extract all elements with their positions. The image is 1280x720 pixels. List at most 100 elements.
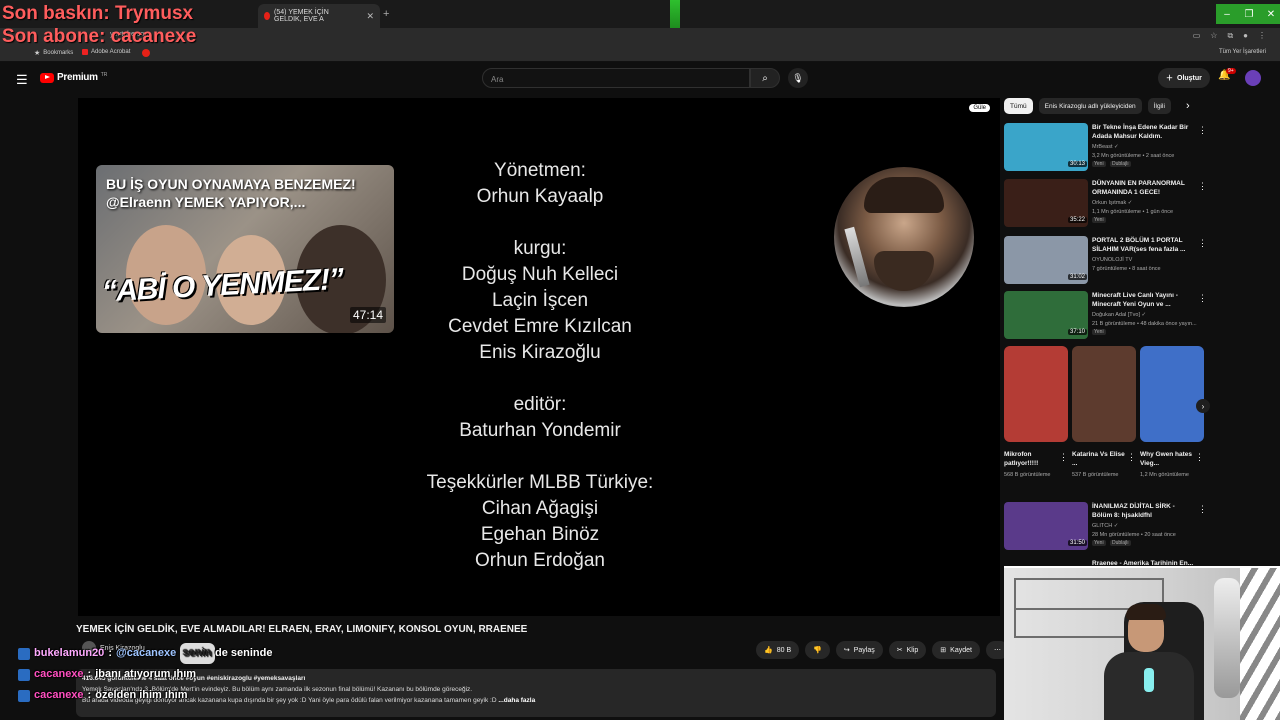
short-title[interactable]: Katarina Vs Elise ... (1072, 450, 1126, 468)
search-button[interactable]: ⌕ (750, 68, 780, 88)
last-subscriber: Son abone: cacanexe (2, 26, 197, 47)
bookmarks-folder[interactable]: ★ Bookmarks (34, 49, 73, 57)
minimize-button[interactable]: – (1216, 4, 1238, 24)
video-title[interactable]: İNANILMAZ DİJİTAL SİRK - Bölüm 8: hjsakl… (1092, 502, 1196, 520)
related-video[interactable]: 35:22 DÜNYANIN EN PARANORMAL ORMANINDA 1 … (1004, 179, 1207, 229)
endscreen-video-card[interactable]: BU İŞ OYUN OYNAMAYA BENZEMEZ! @Elraenn Y… (96, 165, 394, 333)
bookmark-youtube[interactable] (142, 49, 150, 57)
account-avatar[interactable] (1245, 70, 1261, 86)
dubbed-badge: Dublajlı (1110, 161, 1131, 167)
chat-mention: @cacanexe (115, 647, 177, 659)
chip-related[interactable]: İlgili (1147, 98, 1171, 114)
short-item[interactable]: Katarina Vs Elise ... 537 B görüntüleme ⋮ (1072, 346, 1136, 479)
more-options-icon[interactable]: ⋮ (1198, 504, 1207, 515)
search-box[interactable] (482, 68, 750, 89)
share-icon: ↪ (843, 647, 850, 654)
last-raid: Son baskın: Trymusx (2, 3, 194, 24)
close-window-button[interactable]: ✕ (1260, 4, 1280, 24)
voice-search-button[interactable]: 🎙 (788, 68, 808, 88)
channel-endscreen-avatar[interactable] (834, 167, 974, 307)
chat-badge-icon (18, 668, 30, 681)
short-thumbnail[interactable] (1004, 346, 1068, 442)
more-options-icon[interactable]: ⋮ (1195, 452, 1204, 463)
cast-icon[interactable]: ▭ (1193, 31, 1201, 41)
thumbs-up-icon: 👍 (764, 647, 773, 654)
video-title[interactable]: PORTAL 2 BÖLÜM 1 PORTAL SİLAHIM VAR(ses … (1092, 236, 1196, 254)
new-tab-button[interactable]: + (383, 8, 389, 20)
short-title[interactable]: Mikrofon patlıyor!!!!! (1004, 450, 1058, 468)
more-options-icon[interactable]: ⋮ (1198, 125, 1207, 136)
create-button[interactable]: ＋ Oluştur (1158, 68, 1210, 88)
video-channel[interactable]: MrBeast ✓ (1092, 144, 1119, 150)
more-options-icon[interactable]: ⋮ (1198, 238, 1207, 249)
more-options-icon[interactable]: ⋮ (1198, 293, 1207, 304)
video-channel[interactable]: Orkun Işıtmak ✓ (1092, 200, 1132, 206)
bookmark-adobe[interactable]: Adobe Acrobat (82, 49, 130, 55)
related-video[interactable]: 31:02 PORTAL 2 BÖLÜM 1 PORTAL SİLAHIM VAR… (1004, 236, 1207, 286)
hamburger-menu-icon[interactable]: ☰ (16, 72, 28, 88)
profile-icon[interactable]: ● (1243, 31, 1248, 41)
all-bookmarks[interactable]: Tüm Yer İşaretleri (1219, 49, 1266, 55)
video-title[interactable]: Minecraft Live Canlı Yayını - Minecraft … (1092, 291, 1196, 309)
save-icon: ⊞ (940, 647, 947, 654)
dislike-button[interactable]: 👎 (805, 641, 830, 659)
video-channel[interactable]: GLITCH ✓ (1092, 523, 1118, 529)
stream-overlay-events: Son baskın: Trymusx Son abone: cacanexe (2, 2, 196, 48)
chip-uploader[interactable]: Enis Kirazoglu adlı yükleyiciden (1038, 98, 1142, 114)
chips-next-chevron-icon[interactable]: › (1186, 100, 1190, 112)
search-input[interactable] (483, 70, 749, 89)
more-options-icon[interactable]: ⋮ (1127, 452, 1136, 463)
share-button[interactable]: ↪ Paylaş (835, 641, 883, 659)
like-button[interactable]: 👍 80 B (756, 641, 800, 659)
show-more-link[interactable]: ...daha fazla (498, 697, 535, 704)
stream-chat-overlay: bukelamun20 : @cacanexe senin de seninde … (18, 643, 272, 706)
player-badge: Güle (969, 104, 990, 112)
video-title[interactable]: Bir Tekne İnşa Edene Kadar Bir Adada Mah… (1092, 123, 1196, 141)
credits-line: kurgu: (513, 238, 567, 259)
video-player[interactable]: Güle BU İŞ OYUN OYNAMAYA BENZEMEZ! @Elra… (78, 98, 1000, 616)
credits-line: Cihan Ağagişi (481, 498, 599, 519)
related-video[interactable]: 31:50 İNANILMAZ DİJİTAL SİRK - Bölüm 8: h… (1004, 502, 1207, 552)
more-options-icon[interactable]: ⋮ (1198, 181, 1207, 192)
related-video[interactable]: 30:13 Bir Tekne İnşa Edene Kadar Bir Adad… (1004, 123, 1207, 173)
new-badge: Yeni (1092, 540, 1106, 546)
maximize-button[interactable]: ❐ (1238, 4, 1260, 24)
video-title[interactable]: DÜNYANIN EN PARANORMAL ORMANINDA 1 GECE! (1092, 179, 1196, 197)
video-credits: Yönetmen: Orhun Kayaalp kurgu: Doğuş Nuh Ke… (368, 158, 712, 574)
video-channel[interactable]: OYUNOLOJİ TV (1092, 257, 1132, 263)
extensions-icon[interactable]: ⧉ (1227, 31, 1233, 41)
video-duration: 30:13 (1068, 161, 1088, 167)
search-icon: ⌕ (762, 72, 768, 84)
short-thumbnail[interactable] (1140, 346, 1204, 442)
browser-tab-active[interactable]: (54) YEMEK İÇİN GELDİK, EVE A ✕ (258, 4, 380, 28)
bookmark-star-icon[interactable]: ☆ (1210, 31, 1217, 41)
short-views: 537 B görüntüleme (1072, 472, 1119, 478)
short-thumbnail[interactable] (1072, 346, 1136, 442)
credits-line: Baturhan Yondemir (459, 420, 621, 441)
shorts-next-chevron-icon[interactable]: › (1196, 399, 1210, 413)
short-item[interactable]: Mikrofon patlıyor!!!!! 568 B görüntüleme ⋮ (1004, 346, 1068, 479)
chat-text: de seninde (215, 647, 273, 659)
related-video[interactable]: 37:10 Minecraft Live Canlı Yayını - Minec… (1004, 291, 1207, 341)
more-options-icon[interactable]: ⋮ (1059, 452, 1068, 463)
video-meta: 21 B görüntüleme • 48 dakika önce yayın.… (1092, 321, 1197, 327)
credits-line: Enis Kirazoğlu (479, 342, 601, 363)
video-channel[interactable]: Doğukan Adal [Tvo] ✓ (1092, 312, 1146, 318)
close-tab-icon[interactable]: ✕ (366, 11, 374, 22)
new-badge: Yeni (1092, 329, 1106, 335)
webcam-wall-stripes (1240, 568, 1280, 720)
chip-all[interactable]: Tümü (1004, 98, 1033, 114)
scissors-icon: ✂ (896, 647, 903, 654)
short-title[interactable]: Why Gwen hates Vieg... (1140, 450, 1194, 468)
webcam-headphone (1144, 668, 1154, 692)
short-item[interactable]: Why Gwen hates Vieg... 1,2 Mn görüntüleme… (1140, 346, 1204, 479)
credits-line: Laçin İşcen (491, 290, 589, 311)
menu-icon[interactable]: ⋮ (1258, 31, 1266, 41)
youtube-premium-logo[interactable]: Premium TR (40, 72, 107, 83)
save-button[interactable]: ⊞ Kaydet (932, 641, 980, 659)
clip-button[interactable]: ✂ Klip (888, 641, 927, 659)
new-badge: Yeni (1092, 217, 1106, 223)
bookmarks-bar: ★ Bookmarks Adobe Acrobat Tüm Yer İşaret… (0, 46, 1280, 62)
plus-icon: ＋ (1166, 75, 1173, 82)
video-meta: 28 Mn görüntüleme • 20 saat önce (1092, 532, 1176, 538)
